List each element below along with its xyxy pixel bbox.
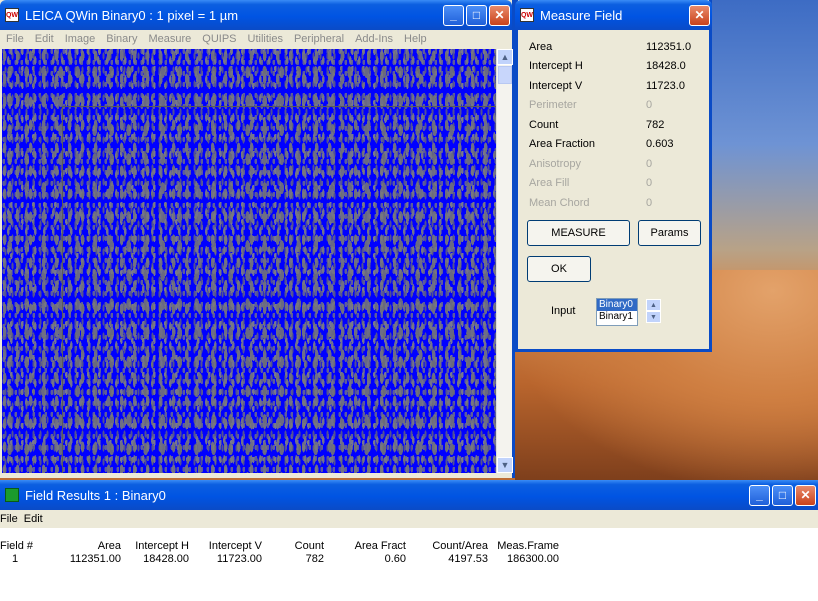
close-icon[interactable]: ✕ — [689, 4, 710, 26]
input-listbox[interactable]: Binary0 Binary1 — [596, 298, 638, 326]
spin-down-icon[interactable]: ▼ — [646, 311, 661, 323]
menu-help[interactable]: Help — [398, 33, 432, 45]
ok-button[interactable]: OK — [527, 256, 591, 282]
results-menu-edit[interactable]: Edit — [24, 513, 49, 525]
dialog-app-icon: QW — [520, 8, 534, 22]
qwin-main-window: QW LEICA QWin Binary0 : 1 pixel = 1 µm _… — [0, 0, 515, 478]
menu-add-ins[interactable]: Add-Ins — [349, 33, 398, 45]
field-results-table: Field # Area Intercept H Intercept V Cou… — [0, 540, 559, 566]
main-menubar: File Edit Image Binary Measure QUIPS Uti… — [0, 30, 512, 48]
menu-utilities[interactable]: Utilities — [242, 33, 288, 45]
menu-file[interactable]: File — [0, 33, 29, 45]
maximize-icon[interactable]: □ — [466, 4, 487, 26]
result-row-area-fill: Area Fill 0 — [529, 177, 653, 190]
table-header-row: Field # Area Intercept H Intercept V Cou… — [0, 540, 559, 552]
result-row-anisotropy: Anisotropy 0 — [529, 157, 653, 170]
field-results-menubar: File Edit — [0, 510, 818, 528]
scroll-thumb[interactable] — [498, 66, 512, 84]
minimize-icon[interactable]: _ — [749, 484, 770, 506]
result-row-intercept-v: Intercept V 11723.0 — [529, 79, 685, 92]
field-results-window: Field Results 1 : Binary0 _ □ ✕ File Edi… — [0, 480, 818, 601]
spin-up-icon[interactable]: ▲ — [646, 299, 661, 311]
measure-frame-outline — [62, 106, 496, 473]
measure-field-title: Measure Field — [540, 7, 623, 23]
minimize-icon[interactable]: _ — [443, 4, 464, 26]
measure-field-dialog: QW Measure Field ✕ Area 112351.0 Intercep… — [515, 0, 712, 352]
scroll-down-icon[interactable]: ▼ — [497, 457, 513, 473]
result-row-count: Count 782 — [529, 118, 665, 131]
result-row-perimeter: Perimeter 0 — [529, 99, 653, 112]
input-spinner[interactable]: ▲ ▼ — [646, 299, 661, 323]
measure-results-list: Area 112351.0 Intercept H 18428.0 Intercep… — [529, 37, 699, 213]
input-option-binary1[interactable]: Binary1 — [597, 311, 637, 323]
menu-quips[interactable]: QUIPS — [196, 33, 241, 45]
main-window-title: LEICA QWin Binary0 : 1 pixel = 1 µm — [25, 7, 239, 23]
close-icon[interactable]: ✕ — [489, 4, 510, 26]
menu-image[interactable]: Image — [59, 33, 101, 45]
main-titlebar[interactable]: QW LEICA QWin Binary0 : 1 pixel = 1 µm _… — [0, 0, 512, 30]
field-results-title: Field Results 1 : Binary0 — [25, 487, 166, 503]
result-row-area-fraction: Area Fraction 0.603 — [529, 138, 674, 151]
field-results-titlebar[interactable]: Field Results 1 : Binary0 _ □ ✕ — [0, 480, 818, 510]
input-label: Input — [551, 305, 576, 317]
menu-measure[interactable]: Measure — [142, 33, 196, 45]
result-row-area: Area 112351.0 — [529, 40, 692, 53]
table-row: 1 112351.00 18428.00 11723.00 782 0.60 4… — [12, 553, 559, 565]
menu-peripheral[interactable]: Peripheral — [288, 33, 349, 45]
menu-binary[interactable]: Binary — [100, 33, 142, 45]
binary-image-canvas[interactable] — [2, 49, 496, 473]
measure-field-titlebar[interactable]: QW Measure Field ✕ — [515, 0, 712, 30]
results-menu-file[interactable]: File — [0, 513, 24, 525]
close-icon[interactable]: ✕ — [795, 484, 816, 506]
result-row-intercept-h: Intercept H 18428.0 — [529, 60, 686, 73]
menu-edit[interactable]: Edit — [29, 33, 59, 45]
results-icon — [5, 488, 19, 502]
params-button[interactable]: Params — [638, 220, 701, 246]
input-option-binary0[interactable]: Binary0 — [597, 299, 637, 311]
measure-button[interactable]: MEASURE — [527, 220, 630, 246]
app-icon: QW — [5, 8, 19, 22]
scroll-up-icon[interactable]: ▲ — [497, 49, 513, 65]
maximize-icon[interactable]: □ — [772, 484, 793, 506]
image-vertical-scrollbar[interactable]: ▲ ▼ — [496, 49, 513, 473]
result-row-mean-chord: Mean Chord 0 — [529, 196, 653, 209]
